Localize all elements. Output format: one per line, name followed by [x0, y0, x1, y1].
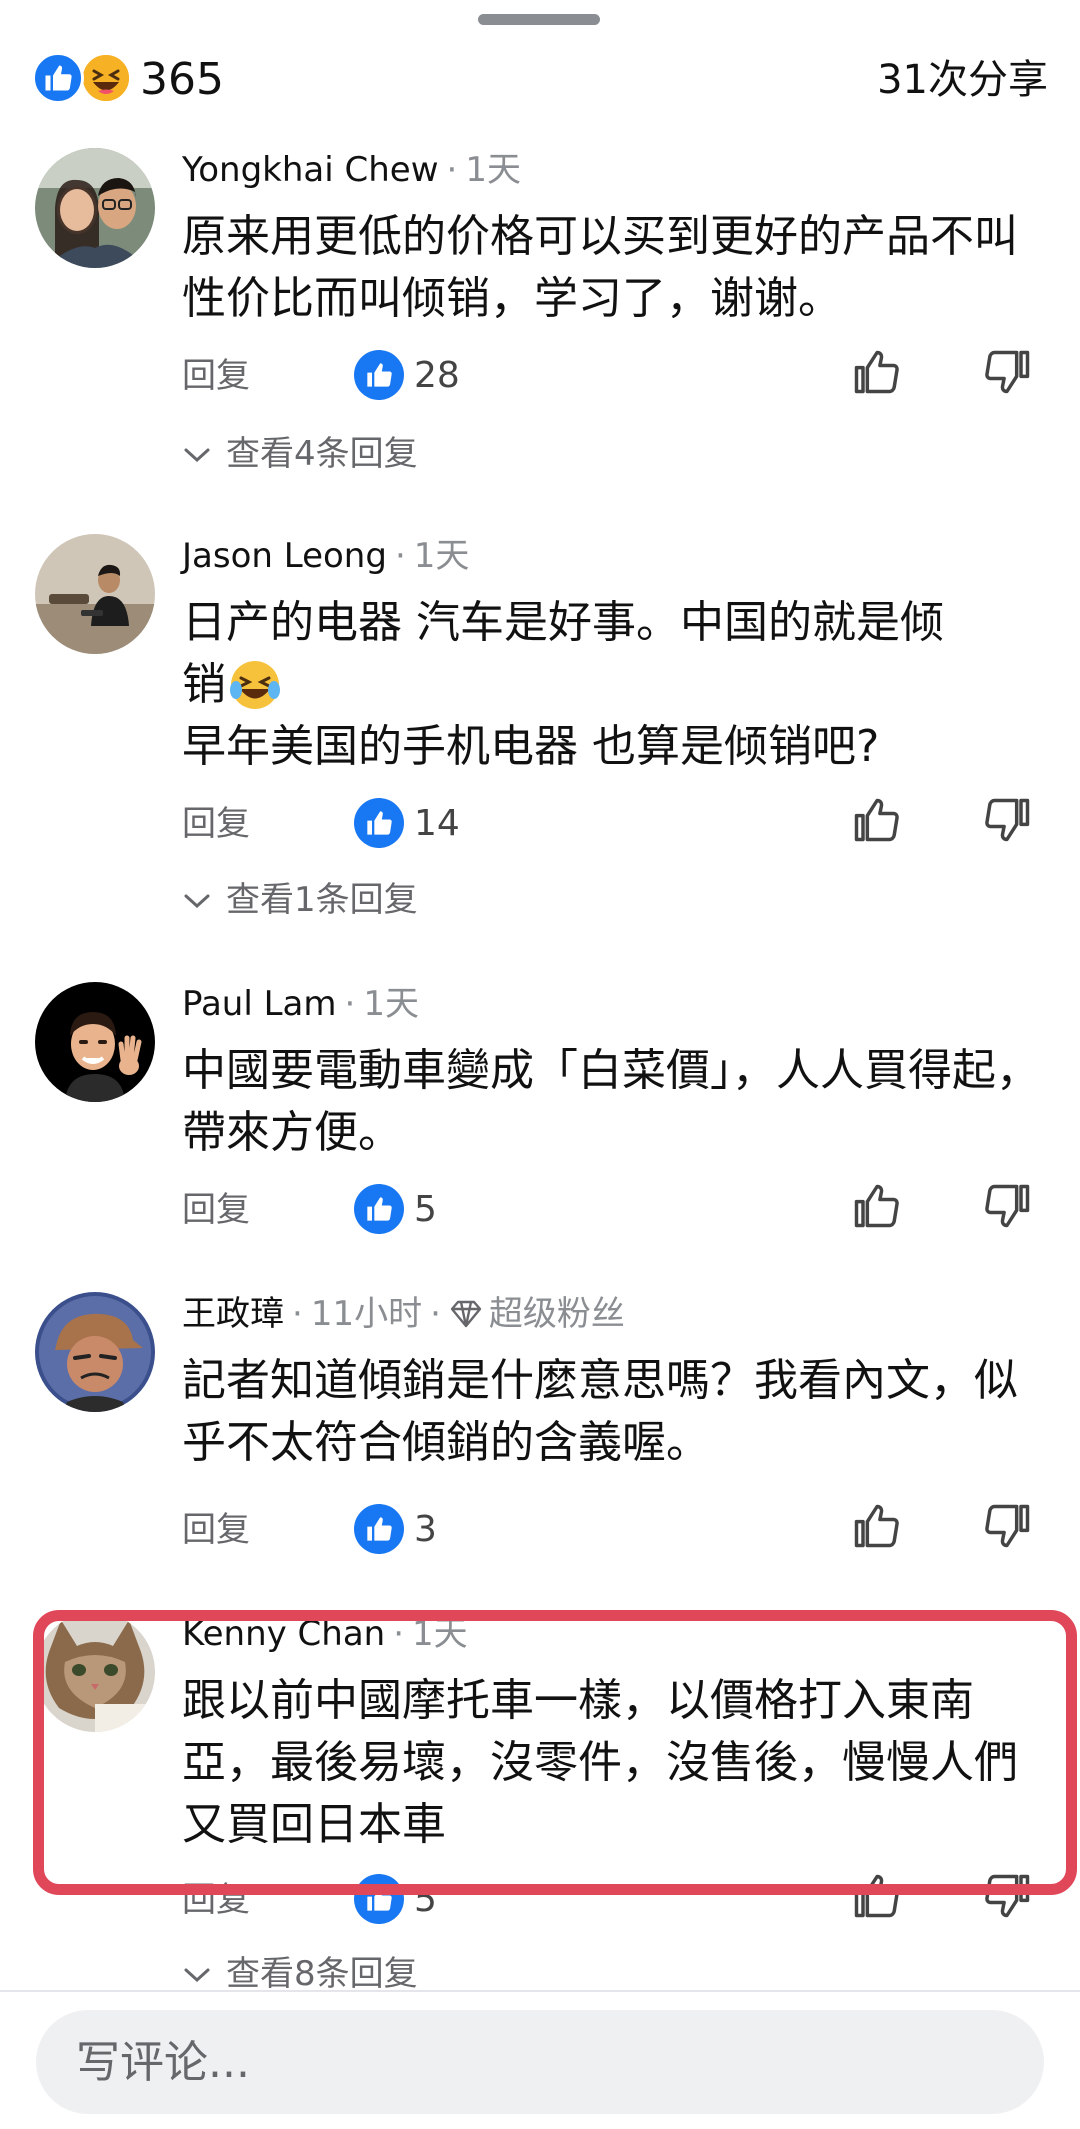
comment-header: Paul Lam · 1天: [182, 984, 419, 1024]
like-icon[interactable]: [354, 1504, 404, 1554]
view-replies-label: 查看8条回复: [226, 1954, 418, 1994]
author-name[interactable]: 王政璋: [182, 1294, 284, 1334]
comment-text: 跟以前中國摩托車一樣，以價格打入東南亞，最後易壞，沒零件，沒售後，慢慢人們又買回…: [182, 1675, 1018, 1850]
comment-text: 原来用更低的价格可以买到更好的产品不叫性价比而叫倾销，学习了，谢谢。: [182, 211, 1018, 324]
view-replies-label: 查看1条回复: [226, 880, 418, 920]
comment-header: Yongkhai Chew · 1天: [182, 150, 521, 190]
comment-time[interactable]: 1天: [412, 1614, 468, 1654]
comment-header: Jason Leong · 1天: [182, 536, 470, 576]
avatar[interactable]: [35, 1612, 155, 1732]
author-name[interactable]: Jason Leong: [182, 536, 387, 576]
thumbs-up-icon[interactable]: [850, 1180, 902, 1236]
comment-actions: 回复 5: [182, 1874, 1042, 1934]
comment-actions: 回复 3: [182, 1504, 1042, 1564]
like-reaction-icon[interactable]: [32, 52, 84, 104]
like-icon[interactable]: [354, 798, 404, 848]
sheet-drag-handle[interactable]: [478, 14, 600, 25]
comment-time[interactable]: 1天: [414, 536, 470, 576]
comment-header: Kenny Chan · 1天: [182, 1614, 468, 1654]
comment-header: 王政璋 · 11小时 · 超级粉丝: [182, 1292, 625, 1340]
like-count[interactable]: 3: [414, 1508, 437, 1552]
thumbs-down-icon[interactable]: [982, 1180, 1034, 1236]
comment-text-line: 日产的电器 汽车是好事。中国的就是倾: [182, 597, 944, 648]
reply-button[interactable]: 回复: [182, 354, 250, 398]
haha-reaction-icon[interactable]: [80, 52, 132, 104]
thumbs-up-icon[interactable]: [850, 346, 902, 402]
comment-actions: 回复 28: [182, 350, 1042, 410]
comment-input[interactable]: [36, 2010, 1044, 2114]
thumbs-up-icon[interactable]: [850, 1870, 902, 1926]
thumbs-down-icon[interactable]: [982, 794, 1034, 850]
thumbs-up-icon[interactable]: [850, 1500, 902, 1556]
comment-actions: 回复 14: [182, 798, 1042, 858]
like-count[interactable]: 5: [414, 1188, 437, 1232]
like-count[interactable]: 14: [414, 802, 460, 846]
like-icon[interactable]: [354, 1184, 404, 1234]
comment-time[interactable]: 11小时: [311, 1294, 422, 1334]
comment-text: 記者知道傾銷是什麼意思嗎？我看內文，似乎不太符合傾銷的含義喔。: [182, 1355, 1018, 1468]
author-name[interactable]: Kenny Chan: [182, 1614, 385, 1654]
top-fan-badge[interactable]: 超级粉丝: [489, 1294, 625, 1334]
chevron-down-icon: [182, 878, 226, 922]
like-icon[interactable]: [354, 350, 404, 400]
avatar[interactable]: [35, 148, 155, 268]
comment-time[interactable]: 1天: [465, 150, 521, 190]
avatar[interactable]: [35, 534, 155, 654]
comment-actions: 回复 5: [182, 1184, 1042, 1244]
reaction-summary: 365 31次分享: [32, 52, 1048, 112]
comment-text: 日产的电器 汽车是好事。中国的就是倾 销 早年美国的手机电器 也算是倾销吧?: [182, 592, 1052, 778]
like-count[interactable]: 28: [414, 354, 460, 398]
reaction-count[interactable]: 365: [140, 54, 224, 106]
tears-of-joy-emoji-icon: [228, 658, 282, 712]
reply-button[interactable]: 回复: [182, 1878, 250, 1922]
reply-button[interactable]: 回复: [182, 1188, 250, 1232]
comment-text-line-with-emoji: 销: [182, 654, 1052, 716]
like-icon[interactable]: [354, 1874, 404, 1924]
chevron-down-icon: [182, 432, 226, 476]
comment-time[interactable]: 1天: [363, 984, 419, 1024]
thumbs-down-icon[interactable]: [982, 346, 1034, 402]
diamond-icon: [449, 1296, 483, 1340]
comment-text-line: 早年美国的手机电器 也算是倾销吧?: [182, 721, 880, 772]
thumbs-down-icon[interactable]: [982, 1870, 1034, 1926]
like-count[interactable]: 5: [414, 1878, 437, 1922]
thumbs-down-icon[interactable]: [982, 1500, 1034, 1556]
author-name[interactable]: Yongkhai Chew: [182, 150, 439, 190]
author-name[interactable]: Paul Lam: [182, 984, 337, 1024]
comment-text-line: 销: [182, 659, 226, 710]
share-count[interactable]: 31次分享: [877, 54, 1048, 106]
avatar[interactable]: [35, 1292, 155, 1412]
comment-composer-bar: [0, 1990, 1080, 2129]
view-replies-label: 查看4条回复: [226, 434, 418, 474]
reply-button[interactable]: 回复: [182, 802, 250, 846]
reply-button[interactable]: 回复: [182, 1508, 250, 1552]
comment-text: 中國要電動車變成「白菜價」，人人買得起，帶來方便。: [182, 1045, 1040, 1158]
avatar[interactable]: [35, 982, 155, 1102]
thumbs-up-icon[interactable]: [850, 794, 902, 850]
view-replies-link[interactable]: 查看1条回复: [182, 878, 418, 922]
view-replies-link[interactable]: 查看4条回复: [182, 432, 418, 476]
